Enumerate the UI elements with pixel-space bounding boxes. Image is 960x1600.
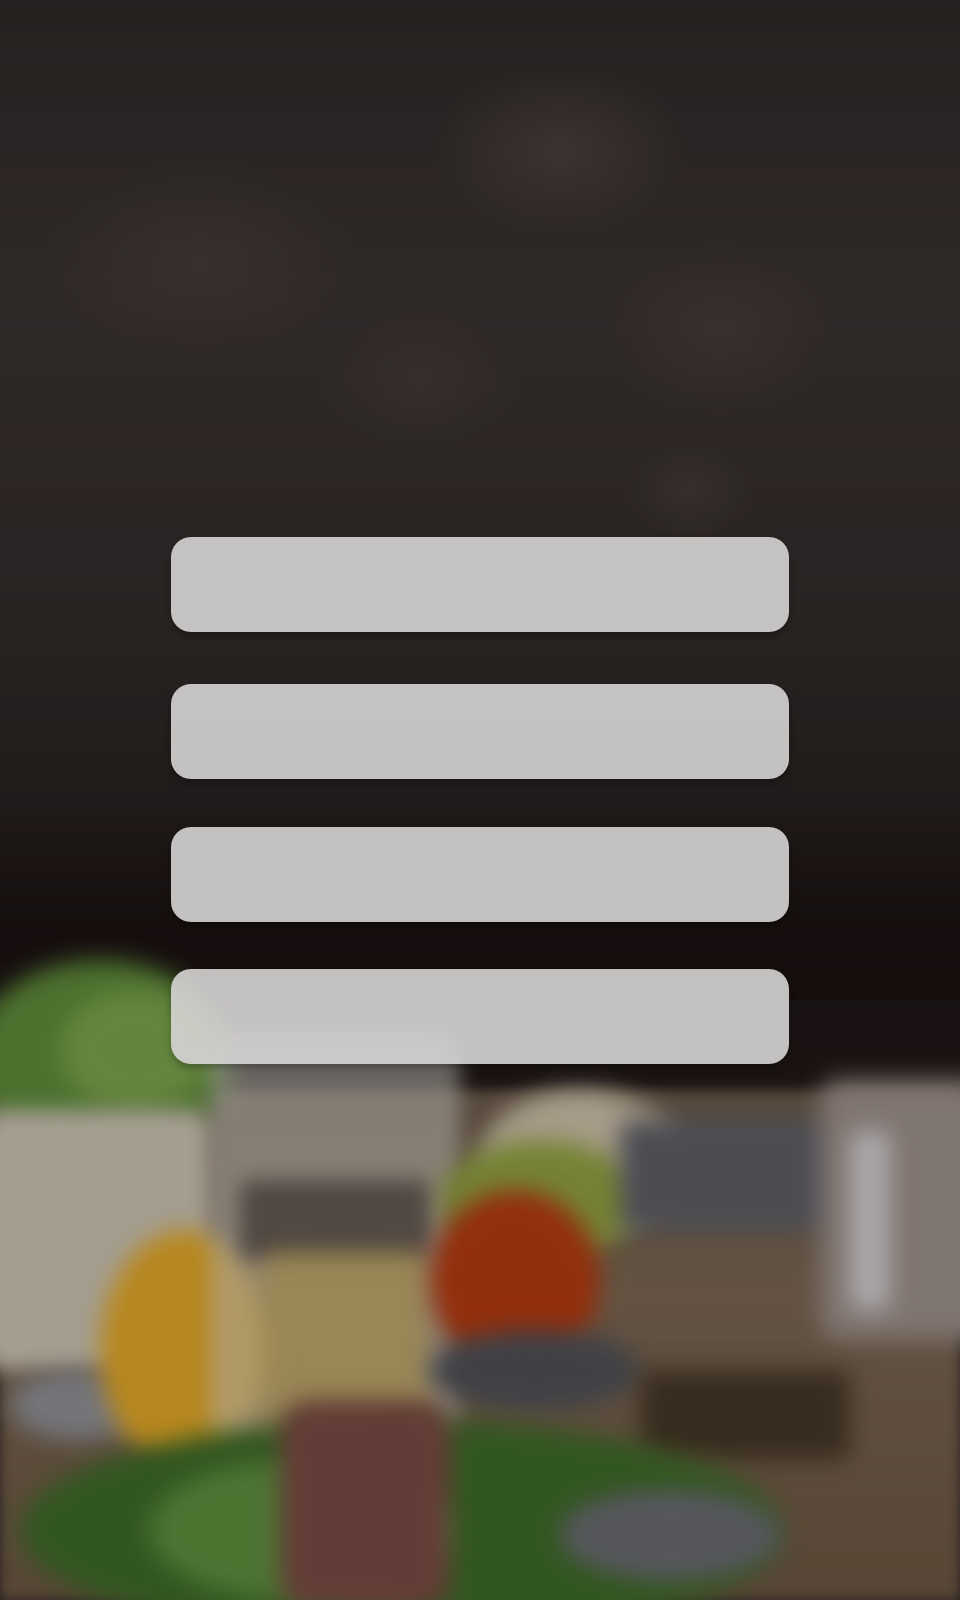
menu-button-3[interactable] — [171, 827, 789, 922]
menu-button-1[interactable] — [171, 537, 789, 632]
app-screen — [0, 0, 960, 1600]
menu-button-4[interactable] — [171, 969, 789, 1064]
menu-button-2[interactable] — [171, 684, 789, 779]
main-menu — [171, 537, 789, 1064]
